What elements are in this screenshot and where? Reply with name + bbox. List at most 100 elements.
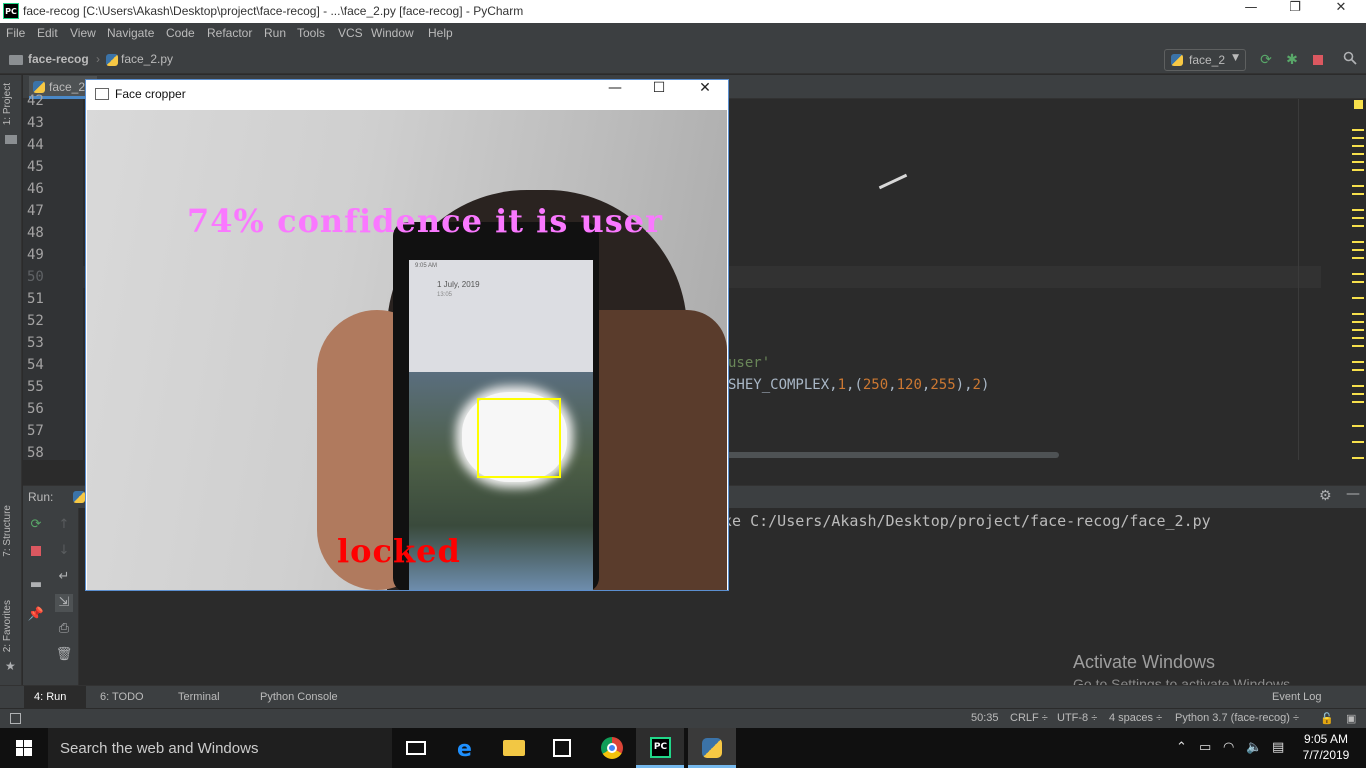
horizontal-scrollbar[interactable] <box>723 452 1059 458</box>
store-icon[interactable] <box>538 728 586 768</box>
menu-run[interactable]: Run <box>264 26 286 40</box>
arrow-up-icon[interactable]: ↑ <box>55 516 73 534</box>
menu-code[interactable]: Code <box>166 26 195 40</box>
lock-status-label: locked <box>337 532 461 570</box>
line-number: 56 <box>27 401 44 417</box>
tool-tab-terminal[interactable]: Terminal <box>178 691 220 703</box>
volume-icon[interactable]: 🔈 <box>1246 740 1262 755</box>
face-close-button[interactable]: ✕ <box>682 80 728 109</box>
code-number: 1 <box>837 377 847 393</box>
menu-navigate[interactable]: Navigate <box>107 26 154 40</box>
layout-icon[interactable]: ▬ <box>27 576 45 594</box>
code-token: SHEY_COMPLEX, <box>728 377 838 393</box>
task-view-icon[interactable] <box>392 728 440 768</box>
debug-icon[interactable]: ✱ <box>1283 51 1301 69</box>
print-icon[interactable]: ⎙ <box>55 620 73 638</box>
pycharm-taskbar-icon[interactable]: PC <box>636 728 684 768</box>
warning-mark <box>1352 281 1364 283</box>
close-button[interactable]: ✕ <box>1318 0 1364 23</box>
chrome-icon[interactable] <box>588 728 636 768</box>
menu-help[interactable]: Help <box>428 26 453 40</box>
file-encoding[interactable]: UTF-8 ÷ <box>1057 712 1097 724</box>
tool-tab-todo[interactable]: 6: TODO <box>100 691 144 703</box>
window-title: face-recog [C:\Users\Akash\Desktop\proje… <box>23 4 524 18</box>
face-maximize-button[interactable]: ☐ <box>636 80 682 109</box>
menu-file[interactable]: File <box>6 26 25 40</box>
python-interpreter[interactable]: Python 3.7 (face-recog) ÷ <box>1175 712 1299 724</box>
python-icon <box>1171 54 1183 66</box>
rerun-icon[interactable]: ⟳ <box>1257 51 1275 69</box>
editor-tab-label: face_2. <box>49 80 89 94</box>
clock-date: 7/7/2019 <box>1302 748 1350 762</box>
stop-button[interactable] <box>1309 51 1327 69</box>
python-run-tab-icon[interactable] <box>73 491 85 503</box>
breadcrumb-file[interactable]: face_2.py <box>121 52 173 66</box>
file-explorer-icon[interactable] <box>490 728 538 768</box>
menu-edit[interactable]: Edit <box>37 26 58 40</box>
console-output[interactable]: xe C:/Users/Akash/Desktop/project/face-r… <box>723 512 1211 530</box>
start-button[interactable] <box>0 728 48 768</box>
breadcrumb-separator: › <box>96 52 100 66</box>
pin-icon[interactable]: 📌 <box>27 606 45 624</box>
lock-icon[interactable]: 🔓 <box>1320 712 1334 725</box>
taskbar-search-box[interactable]: Search the web and Windows <box>48 728 392 768</box>
wifi-icon[interactable]: ◠ <box>1223 740 1234 755</box>
arrow-down-icon[interactable]: ↓ <box>55 542 73 560</box>
taskbar-clock[interactable]: 9:05 AM 7/7/2019 <box>1298 731 1354 763</box>
chevron-up-icon[interactable]: ⌃ <box>1176 740 1187 755</box>
warning-mark <box>1352 161 1364 163</box>
soft-wrap-icon[interactable]: ↵ <box>55 568 73 586</box>
warning-mark <box>1352 217 1364 219</box>
code-token: ) <box>980 377 990 393</box>
minimize-button[interactable]: — <box>1228 0 1274 23</box>
memory-indicator-icon[interactable]: ▣ <box>1346 712 1356 725</box>
search-everywhere-icon[interactable] <box>1341 51 1359 69</box>
event-log-button[interactable]: Event Log <box>1272 691 1322 703</box>
menu-tools[interactable]: Tools <box>297 26 325 40</box>
caret-position[interactable]: 50:35 <box>971 712 999 724</box>
battery-icon[interactable]: ▭ <box>1199 740 1211 755</box>
navigation-bar: face-recog › face_2.py face_2 ▼ ⟳ ✱ <box>0 44 1366 74</box>
confidence-label: 74% confidence it is user <box>187 202 663 240</box>
camera-feed: 9:05 AM 1 July, 2019 13:05 74% confidenc… <box>87 110 727 590</box>
breadcrumb-project[interactable]: face-recog <box>28 52 89 66</box>
menu-view[interactable]: View <box>70 26 96 40</box>
python-file-icon <box>33 81 45 93</box>
restore-button[interactable]: ❐ <box>1272 0 1318 23</box>
structure-tool-tab[interactable]: 7: Structure <box>2 505 13 557</box>
python-taskbar-icon[interactable] <box>688 728 736 768</box>
indent-setting[interactable]: 4 spaces ÷ <box>1109 712 1162 724</box>
run-configuration-select[interactable]: face_2 ▼ <box>1164 49 1246 71</box>
menu-vcs[interactable]: VCS <box>338 26 363 40</box>
warning-mark <box>1352 249 1364 251</box>
menu-window[interactable]: Window <box>371 26 414 40</box>
project-tool-tab[interactable]: 1: Project <box>2 83 13 125</box>
line-separator[interactable]: CRLF ÷ <box>1010 712 1048 724</box>
warning-mark <box>1352 209 1364 211</box>
folder-glyph <box>503 740 525 756</box>
line-number: 44 <box>27 137 44 153</box>
notification-icon[interactable]: ▤ <box>1272 740 1284 755</box>
rerun-icon[interactable]: ⟳ <box>27 516 45 534</box>
menu-refactor[interactable]: Refactor <box>207 26 252 40</box>
hide-panel-icon[interactable]: — <box>1346 486 1360 502</box>
stop-button[interactable] <box>27 542 45 560</box>
face-minimize-button[interactable]: — <box>592 80 638 109</box>
favorites-tool-tab[interactable]: 2: Favorites <box>2 600 13 652</box>
toggle-tool-windows-icon[interactable] <box>10 713 21 724</box>
trash-icon[interactable]: 🗑 <box>55 646 73 664</box>
edge-browser-icon[interactable]: e <box>442 728 490 768</box>
face-detection-box <box>477 398 561 478</box>
warning-mark <box>1352 457 1364 459</box>
code-token: ,( <box>846 377 863 393</box>
tool-tab-python-console[interactable]: Python Console <box>260 691 338 703</box>
line-number: 49 <box>27 247 44 263</box>
line-number: 53 <box>27 335 44 351</box>
code-token: ), <box>955 377 973 393</box>
error-stripe[interactable] <box>1350 99 1366 460</box>
folder-icon <box>5 135 17 144</box>
scroll-to-end-icon[interactable]: ⇲ <box>55 594 73 612</box>
warning-status-icon <box>1354 100 1363 109</box>
tool-tab-run[interactable]: 4: Run <box>34 691 66 703</box>
gear-icon[interactable]: ⚙ <box>1319 488 1332 504</box>
